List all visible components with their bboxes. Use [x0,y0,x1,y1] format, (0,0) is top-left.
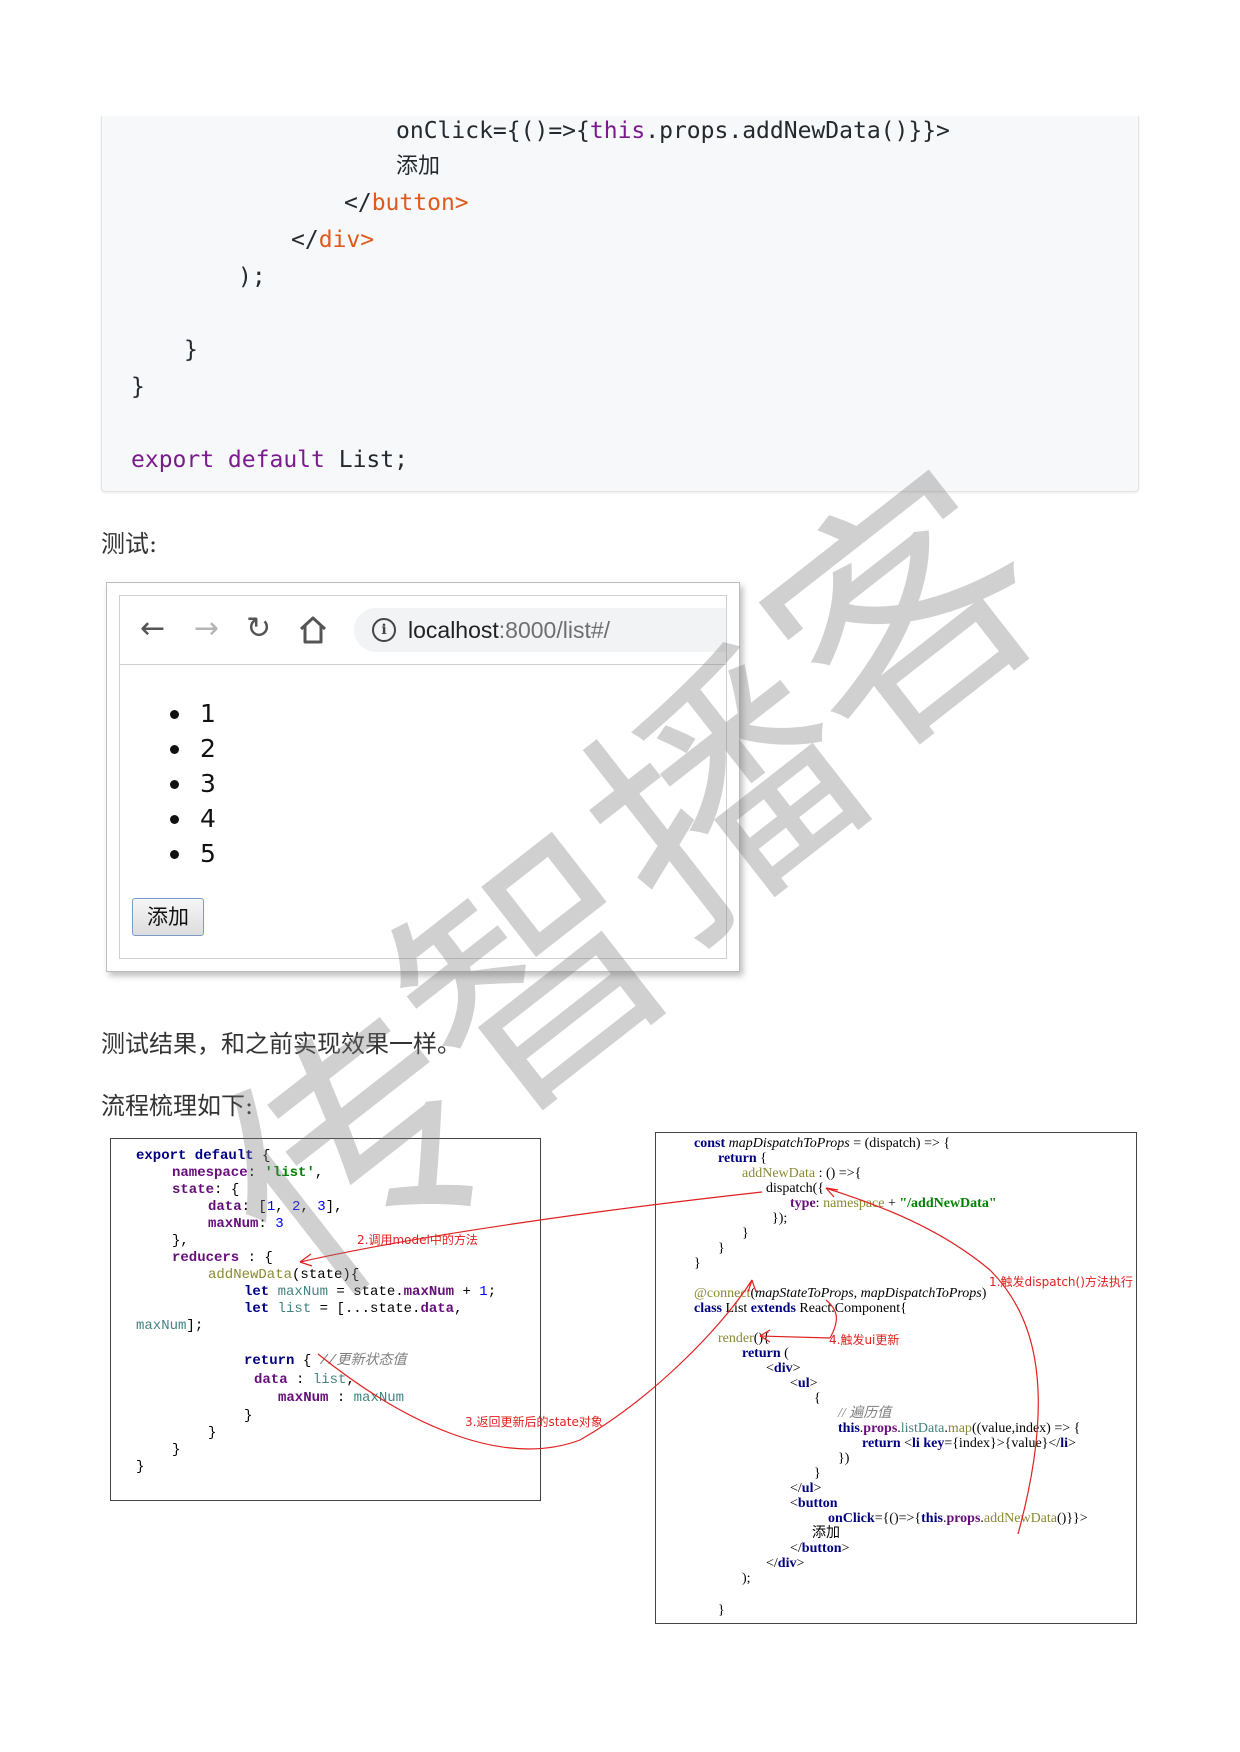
arrow-dispatch [825,1187,1039,1535]
arrow-model [299,1191,763,1263]
arrow-return-head [747,1279,757,1293]
flow-arrows [299,1187,1039,1535]
note-return-state: 3.返回更新后的state对象 [465,1415,603,1429]
note-dispatch: 1.触发dispatch()方法执行 [989,1275,1133,1289]
arrow-dispatch-head [825,1187,839,1198]
note-ui-update: 4.触发ui更新 [829,1333,900,1347]
arrow-ui [759,1335,831,1339]
note-model: 2.调用model中的方法 [357,1233,478,1247]
